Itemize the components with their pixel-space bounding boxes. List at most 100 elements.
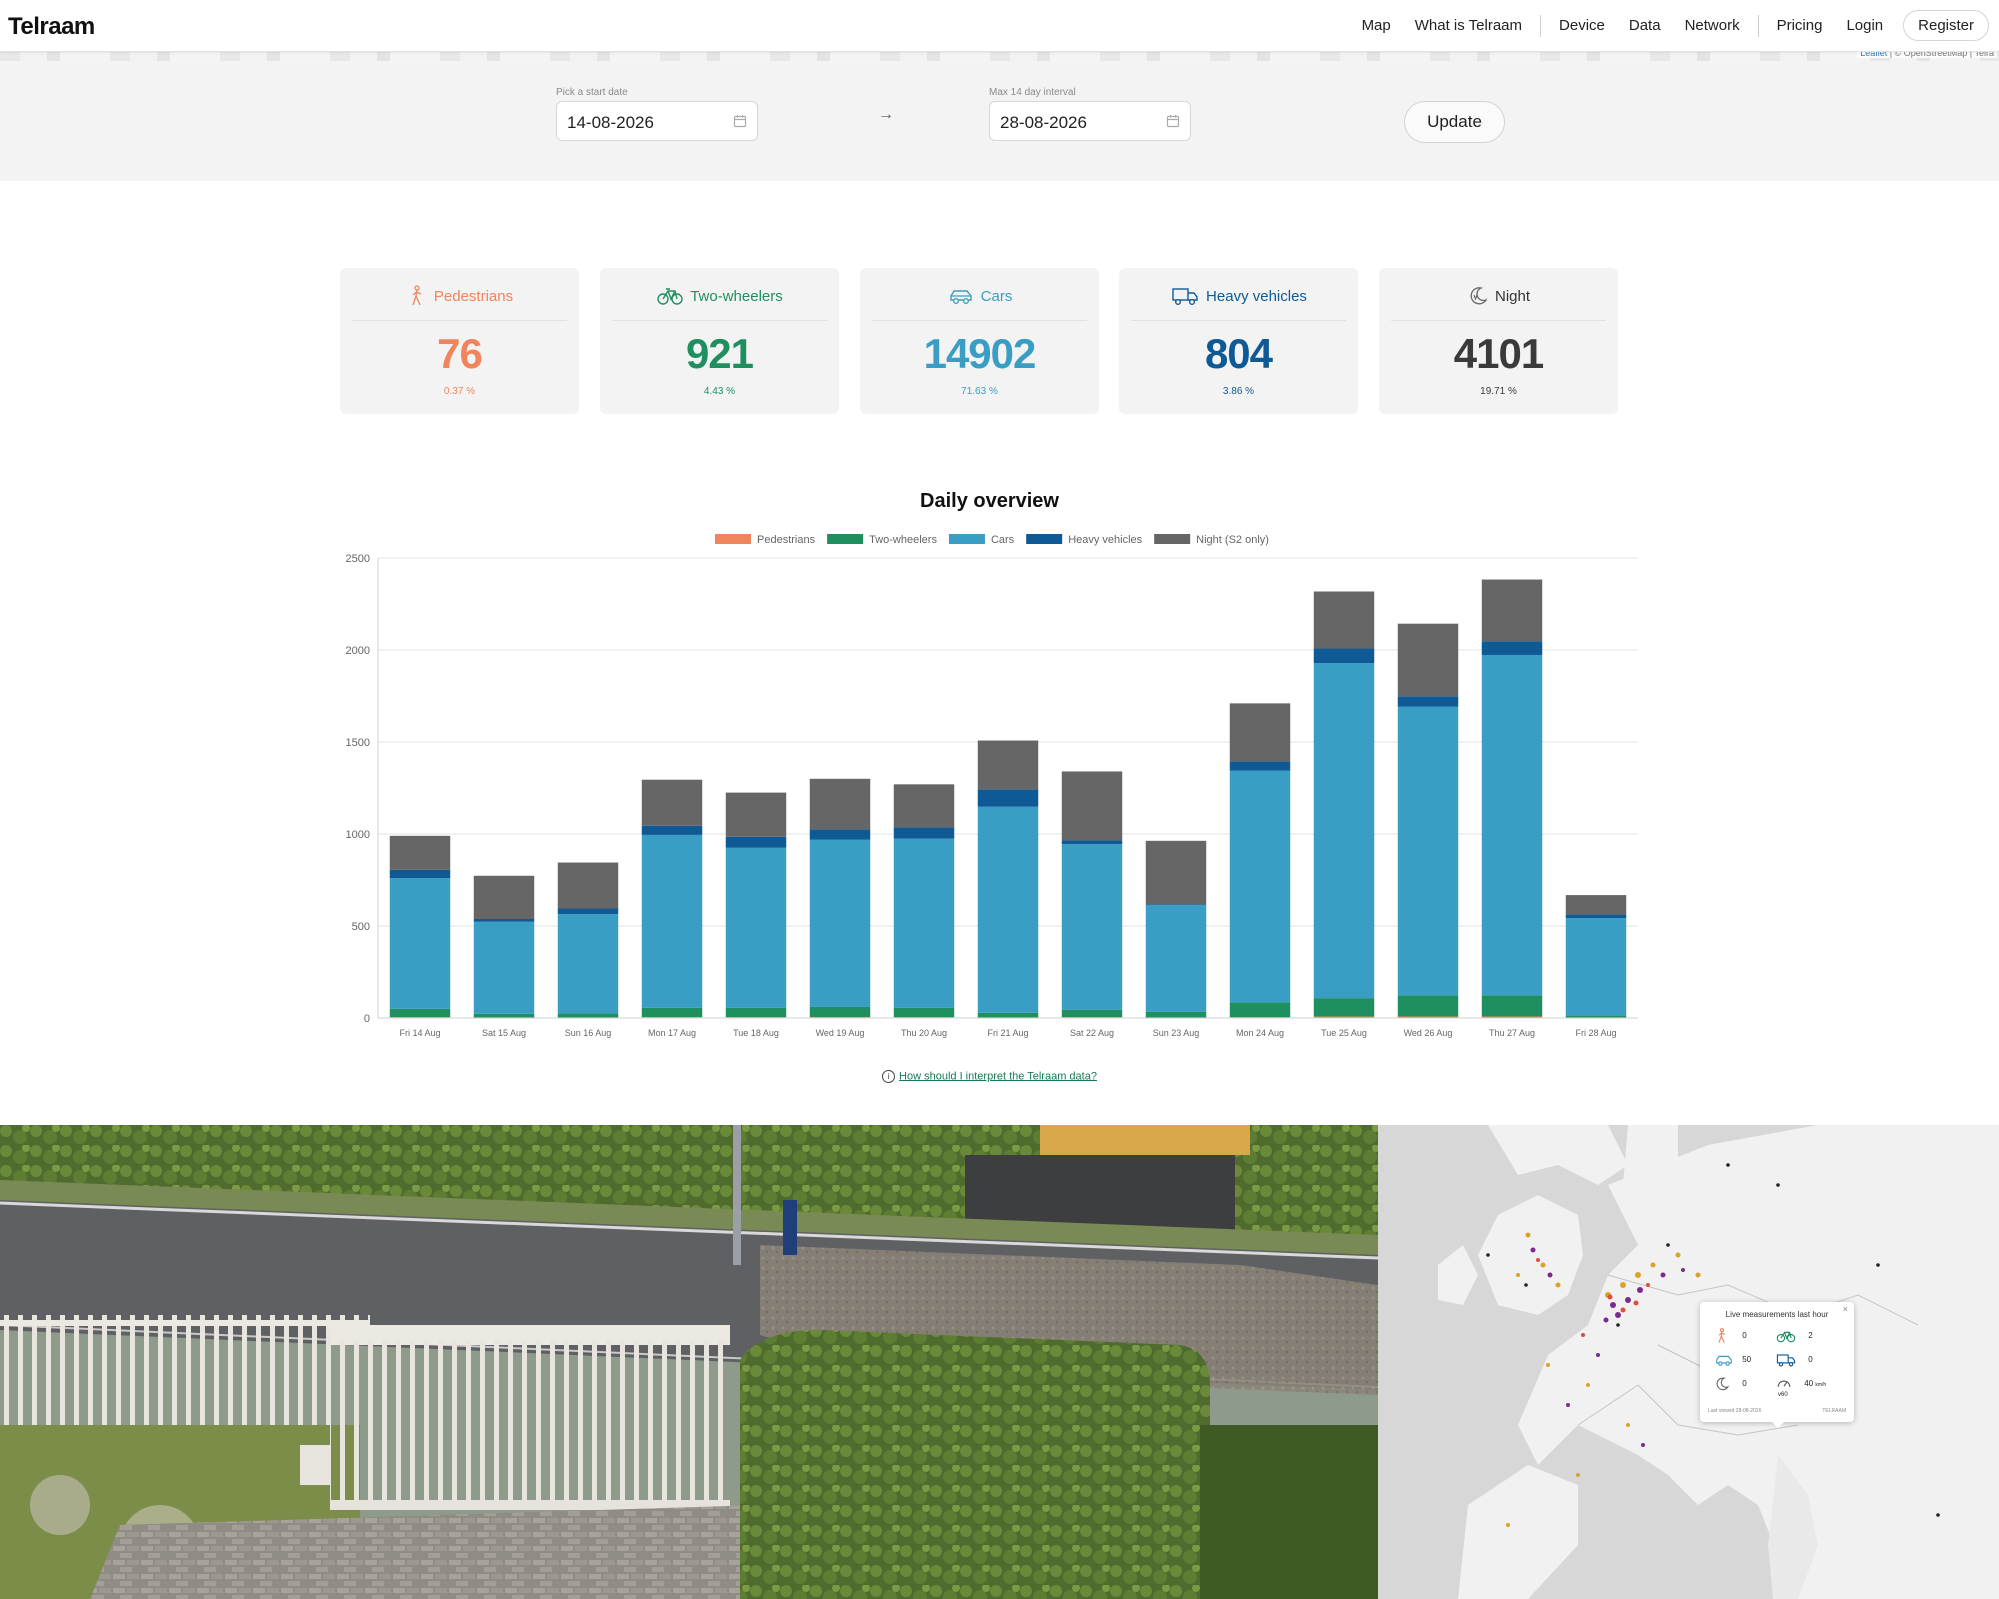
telraam-logo[interactable]: Telraam — [8, 13, 95, 41]
car-icon — [1716, 1355, 1732, 1366]
bar-segment — [1313, 591, 1375, 649]
bar-segment — [977, 1012, 1039, 1018]
stat-card-value: 76 — [437, 330, 483, 377]
legend-label: Cars — [991, 534, 1015, 546]
x-tick-label: Tue 25 Aug — [1321, 1028, 1367, 1038]
stat-card-label: Heavy vehicles — [1206, 287, 1307, 305]
bar-segment — [557, 862, 619, 909]
popup-heavy: 0 — [1776, 1352, 1813, 1368]
x-tick-label: Mon 17 Aug — [648, 1028, 696, 1038]
nav-map[interactable]: Map — [1362, 17, 1391, 34]
calendar-icon[interactable] — [733, 114, 747, 128]
stat-card-label: Pedestrians — [433, 287, 514, 305]
nav-device[interactable]: Device — [1559, 17, 1605, 34]
y-tick-label: 2500 — [346, 553, 370, 565]
y-tick-label: 2000 — [346, 645, 370, 657]
nav-data[interactable]: Data — [1629, 17, 1661, 34]
legend-swatch — [827, 534, 864, 544]
y-tick-label: 0 — [364, 1013, 370, 1025]
x-tick-label: Mon 24 Aug — [1236, 1028, 1284, 1038]
bar-segment — [1397, 706, 1459, 996]
nav-login[interactable]: Login — [1846, 17, 1883, 34]
map-strip[interactable] — [0, 51, 1999, 61]
end-date-value: 28-08-2026 — [1000, 113, 1087, 132]
popup-night: 0 — [1714, 1376, 1747, 1392]
stat-card-label: Night — [1494, 287, 1531, 305]
stat-card-header: Cars — [860, 285, 1099, 307]
bar-segment — [893, 838, 955, 1008]
stat-card-value: 4101 — [1453, 330, 1544, 377]
popup-speed: 40 km/h v60 — [1776, 1376, 1826, 1398]
bar-segment — [1313, 998, 1375, 1017]
x-tick-label: Thu 27 Aug — [1489, 1028, 1535, 1038]
bar-segment — [1145, 904, 1207, 906]
bar-segment — [1565, 918, 1627, 1016]
bicycle-icon — [1776, 1331, 1796, 1343]
x-tick-label: Fri 21 Aug — [987, 1028, 1028, 1038]
bar-segment — [389, 869, 451, 879]
legend-label: Pedestrians — [757, 534, 816, 546]
start-date-label: Pick a start date — [556, 87, 628, 98]
bar-segment — [473, 921, 535, 1014]
y-tick-label: 1000 — [346, 829, 370, 841]
moon-icon — [1716, 1377, 1730, 1391]
bar-segment — [1145, 905, 1207, 1012]
bar-segment — [1313, 648, 1375, 664]
nav-register-button[interactable]: Register — [1903, 10, 1989, 41]
bar-segment — [893, 1007, 955, 1018]
interpret-data-link[interactable]: How should I interpret the Telraam data? — [899, 1070, 1097, 1082]
stat-card-header: Pedestrians — [340, 285, 579, 307]
bar-segment — [1145, 840, 1207, 905]
bar-segment — [1565, 895, 1627, 915]
update-button[interactable]: Update — [1404, 101, 1505, 143]
legend-swatch — [948, 534, 985, 544]
bar-segment — [725, 836, 787, 848]
bar-segment — [1481, 579, 1543, 642]
calendar-icon[interactable] — [1166, 114, 1180, 128]
bar-segment — [809, 829, 871, 840]
legend-swatch — [1026, 534, 1063, 544]
info-icon: i — [882, 1070, 896, 1083]
stat-card-percent: 19.71 % — [1480, 386, 1517, 397]
nav-what-is-telraam[interactable]: What is Telraam — [1415, 17, 1522, 34]
europe-map-image[interactable] — [1378, 1125, 1999, 1599]
nav-pricing[interactable]: Pricing — [1777, 17, 1823, 34]
stat-card-value: 14902 — [923, 330, 1037, 377]
stat-card-value: 921 — [685, 330, 754, 377]
popup-cars: 50 — [1714, 1352, 1751, 1368]
nav-network[interactable]: Network — [1685, 17, 1740, 34]
chart-title: Daily overview — [920, 490, 1059, 512]
bar-segment — [1229, 761, 1291, 771]
x-tick-label: Fri 28 Aug — [1575, 1028, 1616, 1038]
pedestrian-icon — [412, 285, 422, 306]
stat-card-cars: Cars 14902 71.63 % — [860, 268, 1099, 414]
bar-segment — [1229, 1002, 1291, 1018]
bar-segment — [1061, 844, 1123, 1010]
stat-card-header: Two-wheelers — [600, 285, 839, 307]
bar-segment — [641, 1007, 703, 1018]
divider — [1131, 320, 1346, 321]
bar-segment — [977, 789, 1039, 807]
end-date-input[interactable]: 28-08-2026 — [989, 101, 1191, 141]
stat-card-label: Cars — [980, 287, 1013, 305]
bar-segment — [1481, 995, 1543, 1017]
main-nav: Map What is Telraam Device Data Network … — [1350, 0, 1989, 51]
bar-segment — [725, 847, 787, 1008]
legend-label: Two-wheelers — [869, 534, 937, 546]
bar-segment — [557, 1013, 619, 1018]
bar-segment — [557, 908, 619, 915]
end-date-label: Max 14 day interval — [989, 87, 1076, 98]
start-date-input[interactable]: 14-08-2026 — [556, 101, 758, 141]
bar-segment — [1061, 1009, 1123, 1018]
bar-segment — [1565, 1015, 1627, 1018]
x-tick-label: Sat 15 Aug — [482, 1028, 526, 1038]
popup-speed-sub: v60 — [1778, 1392, 1788, 1398]
speedometer-icon — [1777, 1380, 1791, 1387]
x-tick-label: Tue 18 Aug — [733, 1028, 779, 1038]
network-map[interactable] — [1378, 1125, 1999, 1599]
bar-segment — [641, 834, 703, 1008]
popup-night-value: 0 — [1742, 1379, 1747, 1389]
bar-segment — [809, 778, 871, 830]
bar-segment — [1481, 654, 1543, 996]
live-measurements-popup: × Live measurements last hour 0 2 50 0 0… — [1700, 1302, 1854, 1428]
